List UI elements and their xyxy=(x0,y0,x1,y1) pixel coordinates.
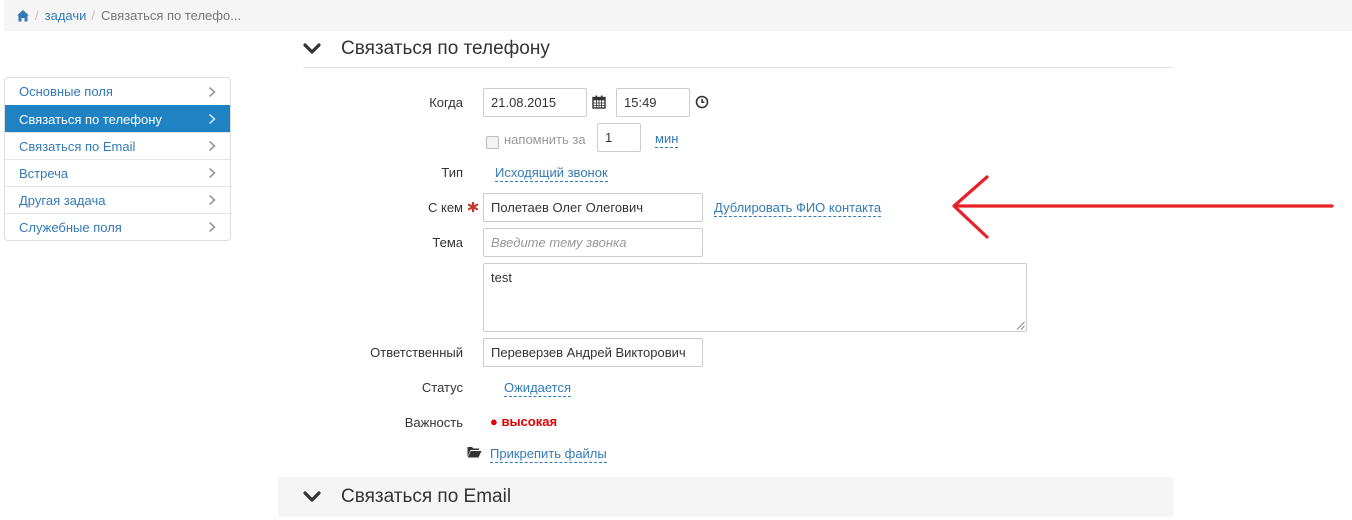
resize-handle-icon[interactable] xyxy=(1016,321,1025,330)
sidebar-item-main-fields[interactable]: Основные поля xyxy=(5,78,230,105)
sidebar-item-meeting[interactable]: Встреча xyxy=(5,159,230,186)
breadcrumb-link-tasks[interactable]: задачи xyxy=(45,8,87,23)
sidebar-item-label: Связаться по Email xyxy=(19,138,136,154)
attach-files-link[interactable]: Прикрепить файлы xyxy=(490,446,607,463)
chevron-right-icon xyxy=(208,113,216,125)
sidebar-item-label: Основные поля xyxy=(19,84,113,99)
date-input[interactable]: 21.08.2015 xyxy=(483,88,587,117)
sidebar-item-service-fields[interactable]: Служебные поля xyxy=(5,213,230,240)
breadcrumb-separator: / xyxy=(91,8,96,23)
sidebar-item-label: Встреча xyxy=(19,165,69,181)
chevron-right-icon xyxy=(208,140,216,152)
chevron-right-icon xyxy=(208,86,216,97)
sidebar-nav: Основные поля Связаться по телефону Связ… xyxy=(4,77,231,241)
remind-unit-link[interactable]: мин xyxy=(655,131,679,148)
breadcrumb: / задачи / Связаться по телефо... xyxy=(4,0,1352,31)
section-header-phone[interactable]: Связаться по телефону xyxy=(303,31,1173,68)
sidebar-item-label: Связаться по телефону xyxy=(19,111,162,127)
duplicate-contact-name-link[interactable]: Дублировать ФИО контакта xyxy=(714,200,882,217)
when-label: Когда xyxy=(429,95,463,110)
chevron-down-icon[interactable] xyxy=(303,43,321,55)
chevron-right-icon xyxy=(208,194,216,206)
subject-input[interactable]: Введите тему звонка xyxy=(483,228,703,257)
time-input[interactable]: 15:49 xyxy=(616,88,690,117)
home-icon[interactable] xyxy=(16,9,30,23)
status-link[interactable]: Ожидается xyxy=(504,380,572,397)
notes-textarea[interactable]: test xyxy=(483,263,1027,332)
section-title: Связаться по Email xyxy=(341,486,512,507)
chevron-right-icon xyxy=(208,221,216,233)
sidebar-item-label: Служебные поля xyxy=(19,219,122,235)
importance-label: Важность xyxy=(404,415,463,430)
type-label: Тип xyxy=(441,165,463,180)
sidebar-item-phone[interactable]: Связаться по телефону xyxy=(5,105,230,132)
chevron-right-icon xyxy=(208,167,216,179)
clock-icon[interactable] xyxy=(695,95,709,109)
sidebar-item-other-task[interactable]: Другая задача xyxy=(5,186,230,213)
responsible-label: Ответственный xyxy=(370,345,463,360)
remind-label: напомнить за xyxy=(504,132,586,147)
contact-input[interactable]: Полетаев Олег Олегович xyxy=(483,193,703,222)
breadcrumb-current: Связаться по телефо... xyxy=(101,8,242,23)
importance-value[interactable]: ● высокая xyxy=(490,414,557,429)
folder-open-icon[interactable] xyxy=(467,446,482,458)
calendar-icon[interactable] xyxy=(592,95,606,109)
breadcrumb-separator: / xyxy=(35,8,39,23)
responsible-input[interactable]: Переверзев Андрей Викторович xyxy=(483,338,703,367)
sidebar-item-email[interactable]: Связаться по Email xyxy=(5,132,230,159)
call-type-link[interactable]: Исходящий звонок xyxy=(495,165,608,182)
required-asterisk-icon xyxy=(468,202,478,212)
section-header-email[interactable]: Связаться по Email xyxy=(278,477,1173,517)
annotation-arrow-icon xyxy=(952,175,1334,239)
remind-checkbox[interactable] xyxy=(486,136,499,149)
status-label: Статус xyxy=(421,380,463,395)
sidebar-item-label: Другая задача xyxy=(19,192,106,208)
chevron-down-icon[interactable] xyxy=(303,491,321,503)
with-label: С кем xyxy=(427,200,463,215)
section-title: Связаться по телефону xyxy=(341,38,550,59)
subject-label: Тема xyxy=(432,235,463,250)
remind-minutes-input[interactable]: 1 xyxy=(597,123,641,152)
